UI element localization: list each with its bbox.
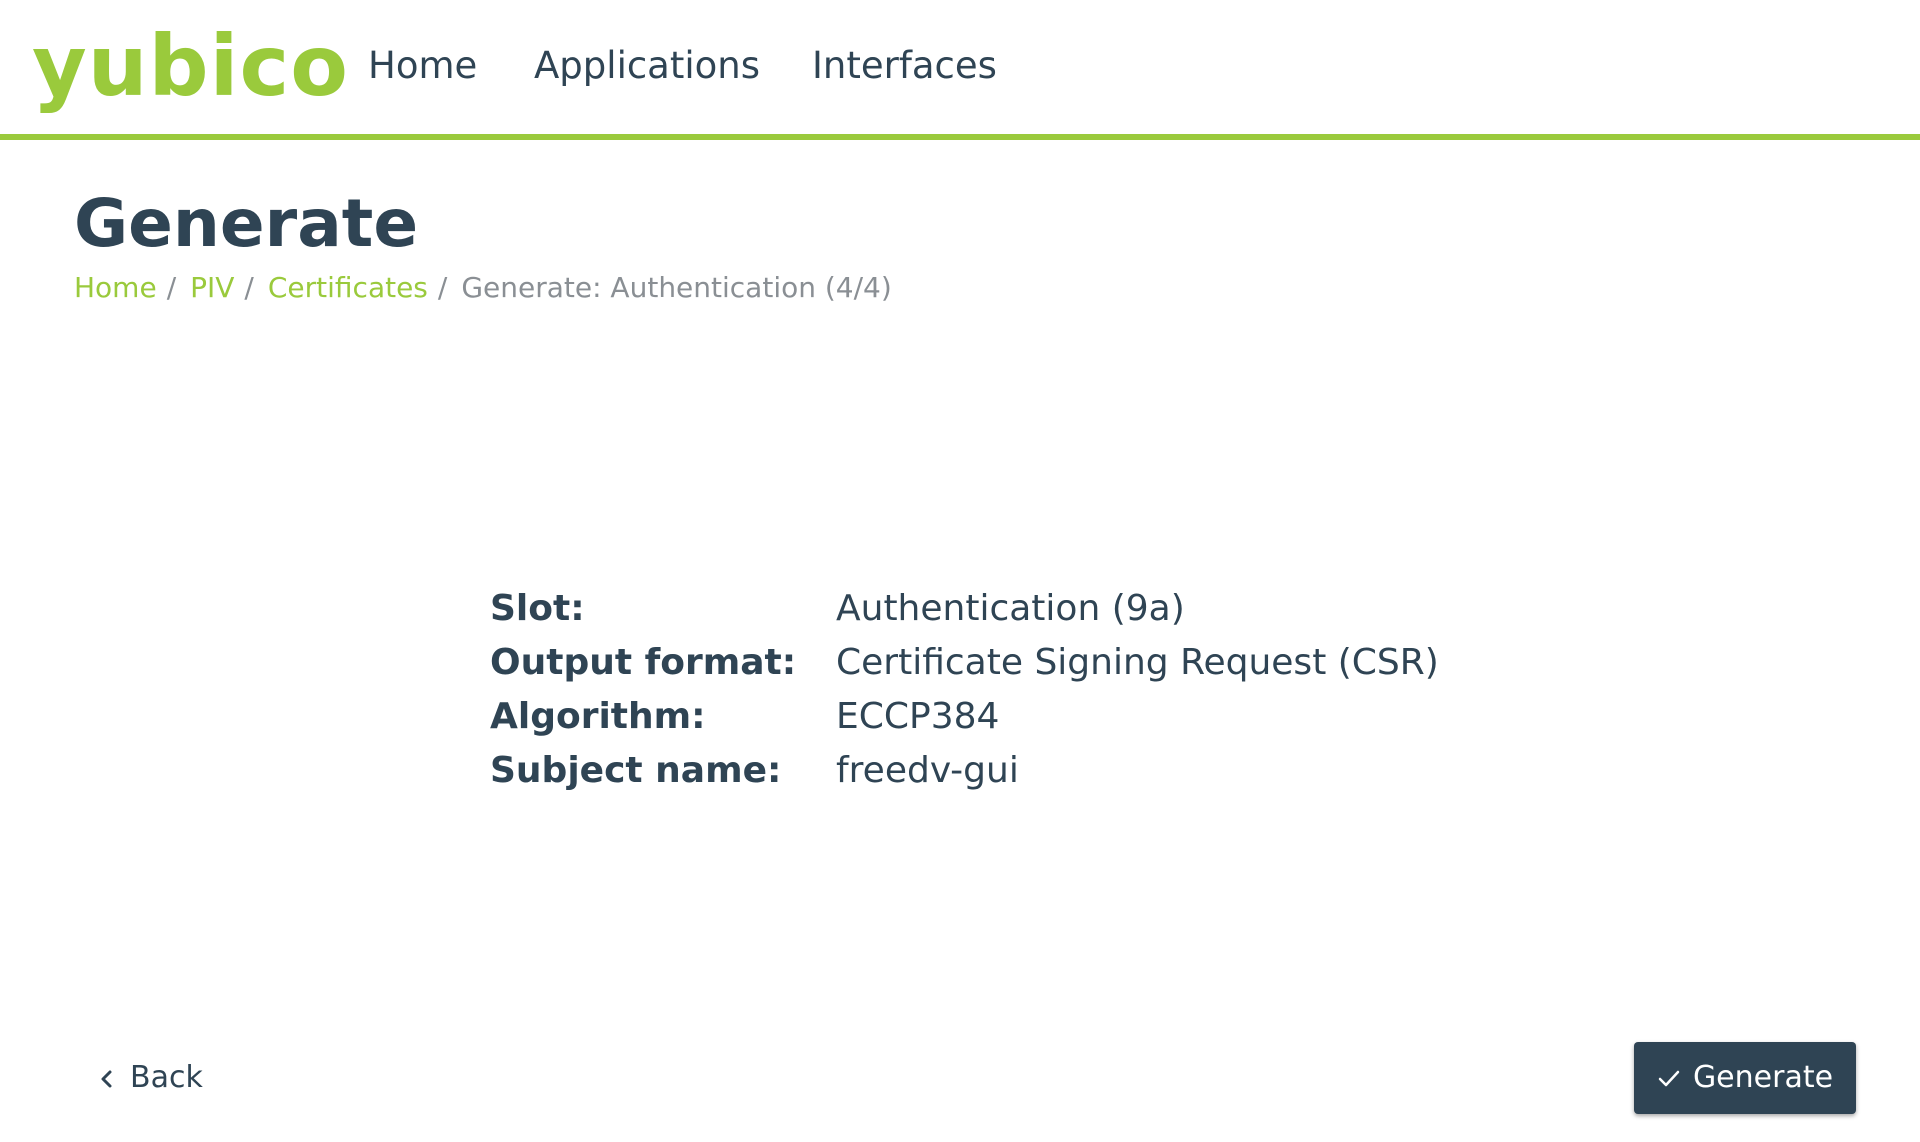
nav-interfaces[interactable]: Interfaces [812,44,997,88]
breadcrumb-separator: / [244,271,254,304]
top-navbar: yubico Home Applications Interfaces [0,0,1920,140]
detail-label: Algorithm: [490,696,706,737]
breadcrumb-piv[interactable]: PIV [190,271,234,304]
app-window: yubico Home Applications Interfaces Gene… [0,0,1920,1142]
breadcrumb: Home / PIV / Certificates / Generate: Authenti… [74,270,892,306]
detail-value: Authentication (9a) [836,588,1185,629]
back-button[interactable]: Back [100,1056,203,1100]
nav-applications[interactable]: Applications [534,44,760,88]
breadcrumb-certificates[interactable]: Certificates [268,271,428,304]
detail-value: ECCP384 [836,696,1000,737]
breadcrumb-separator: / [437,271,448,304]
generate-button-label: Generate [1692,1060,1834,1095]
chevron-left-icon [100,1056,114,1100]
detail-value: Certificate Signing Request (CSR) [836,642,1439,683]
detail-value: freedv-gui [836,750,1019,791]
check-icon [1657,1042,1681,1114]
breadcrumb-separator: / [166,271,177,304]
detail-label: Subject name: [490,750,782,791]
breadcrumb-current: Generate: Authentication (4/4) [461,271,892,304]
page-title: Generate [74,185,419,262]
back-button-label: Back [130,1060,203,1095]
breadcrumb-home[interactable]: Home [74,271,157,304]
yubico-logo: yubico [32,17,349,115]
nav-home[interactable]: Home [368,44,477,88]
generate-button[interactable]: Generate [1634,1042,1856,1114]
detail-label: Output format: [490,642,797,683]
detail-label: Slot: [490,588,585,629]
